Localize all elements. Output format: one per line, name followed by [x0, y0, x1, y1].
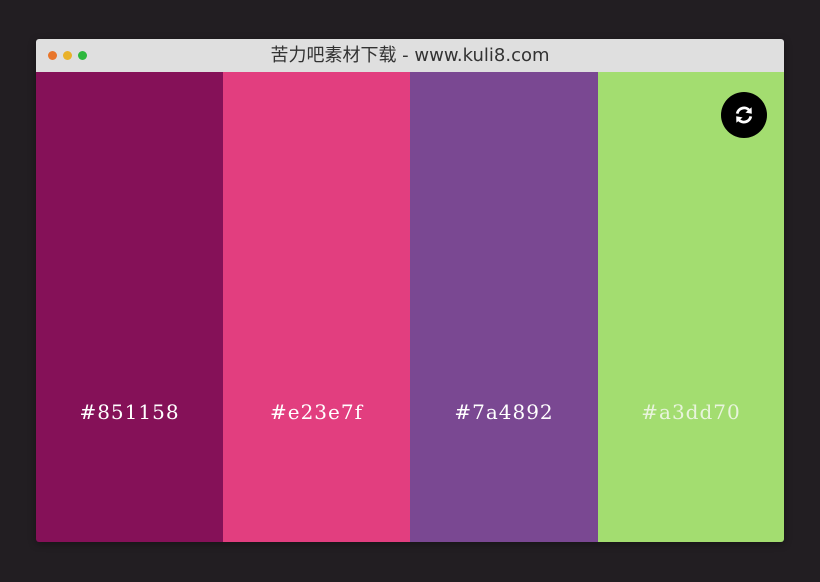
- swatch-hex-label: #7a4892: [454, 400, 554, 424]
- refresh-icon: [735, 106, 753, 124]
- title-bar: 苦力吧素材下载 - www.kuli8.com: [36, 39, 784, 72]
- window-title: 苦力吧素材下载 - www.kuli8.com: [270, 45, 550, 66]
- color-swatch-4[interactable]: #a3dd70: [598, 72, 784, 542]
- color-swatch-3[interactable]: #7a4892: [410, 72, 598, 542]
- swatch-hex-label: #e23e7f: [269, 400, 363, 424]
- color-swatch-2[interactable]: #e23e7f: [223, 72, 410, 542]
- color-palette: #851158 #e23e7f #7a4892 #a3dd70: [36, 72, 784, 542]
- color-swatch-1[interactable]: #851158: [36, 72, 223, 542]
- refresh-button[interactable]: [721, 92, 767, 138]
- browser-window: 苦力吧素材下载 - www.kuli8.com #851158 #e23e7f …: [36, 39, 784, 542]
- swatch-hex-label: #a3dd70: [641, 400, 741, 424]
- swatch-hex-label: #851158: [79, 400, 180, 424]
